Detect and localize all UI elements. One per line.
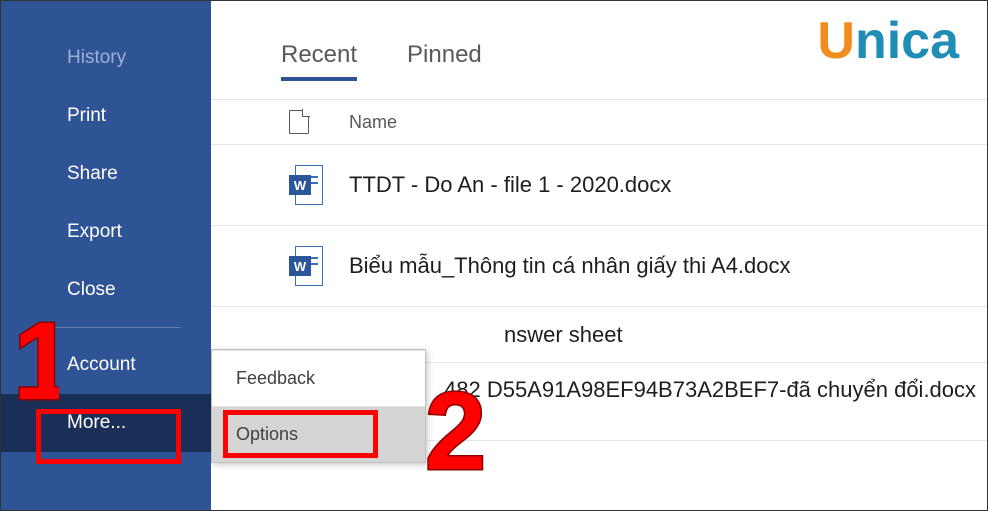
sidebar-item-label: Share	[67, 163, 118, 185]
word-document-icon: W	[289, 246, 323, 286]
file-name: TTDT - Do An - file 1 - 2020.docx	[349, 172, 987, 198]
popup-item-feedback[interactable]: Feedback	[212, 351, 425, 406]
sidebar-item-share[interactable]: Share	[1, 145, 211, 203]
file-name: Biểu mẫu_Thông tin cá nhân giấy thi A4.d…	[349, 253, 987, 279]
sidebar-item-label: Print	[67, 105, 106, 127]
file-row[interactable]: W TTDT - Do An - file 1 - 2020.docx	[211, 145, 987, 226]
tab-pinned[interactable]: Pinned	[407, 41, 482, 81]
backstage-sidebar: History Print Share Export Close Account…	[1, 1, 211, 510]
sidebar-item-history[interactable]: History	[1, 29, 211, 87]
file-row[interactable]: W Biểu mẫu_Thông tin cá nhân giấy thi A4…	[211, 226, 987, 307]
file-list-header: Name	[211, 99, 987, 145]
unica-logo: Unica	[817, 15, 959, 67]
column-header-name[interactable]: Name	[349, 112, 397, 133]
file-name-fragment: nswer sheet	[349, 322, 987, 348]
sidebar-item-label: History	[67, 47, 126, 69]
sidebar-item-label: More...	[67, 412, 126, 434]
tab-recent[interactable]: Recent	[281, 41, 357, 81]
sidebar-item-export[interactable]: Export	[1, 203, 211, 261]
sidebar-item-more[interactable]: More...	[1, 394, 211, 452]
sidebar-item-label: Export	[67, 221, 122, 243]
popup-item-options[interactable]: Options	[212, 407, 425, 462]
sidebar-item-label: Close	[67, 279, 116, 301]
more-popup: Feedback Options	[211, 349, 426, 463]
document-icon	[289, 110, 309, 134]
sidebar-item-account[interactable]: Account	[1, 336, 211, 394]
sidebar-divider	[31, 327, 181, 328]
sidebar-item-print[interactable]: Print	[1, 87, 211, 145]
sidebar-item-label: Account	[67, 354, 136, 376]
word-document-icon: W	[289, 165, 323, 205]
sidebar-item-close[interactable]: Close	[1, 261, 211, 319]
